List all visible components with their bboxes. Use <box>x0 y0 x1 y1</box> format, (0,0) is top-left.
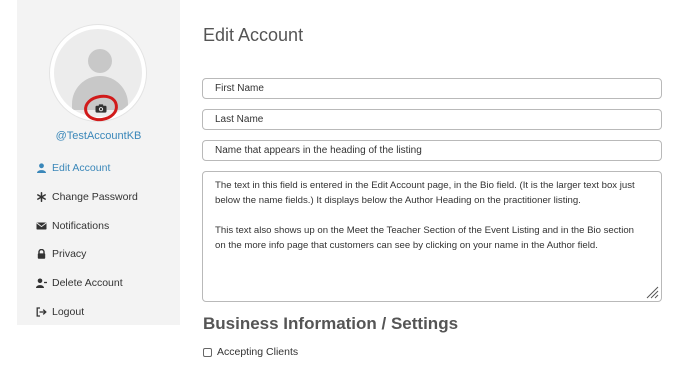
sign-out-icon <box>36 307 47 317</box>
camera-icon[interactable] <box>95 104 107 113</box>
accepting-clients-checkbox[interactable] <box>203 347 212 357</box>
bio-paragraph: This text also shows up on the Meet the … <box>215 225 634 251</box>
accepting-clients-label: Accepting Clients <box>217 346 299 358</box>
sidebar-item-logout[interactable]: Logout <box>36 306 84 318</box>
sidebar-item-label: Notifications <box>52 220 110 232</box>
resize-handle-icon[interactable] <box>645 285 659 299</box>
bio-textarea[interactable]: The text in this field is entered in the… <box>202 171 662 302</box>
first-name-field[interactable]: First Name <box>202 78 662 99</box>
sidebar-item-edit-account[interactable]: Edit Account <box>36 162 110 174</box>
lock-icon <box>37 249 46 259</box>
sidebar-item-label: Logout <box>52 306 85 318</box>
bio-paragraph: The text in this field is entered in the… <box>215 180 635 206</box>
avatar-placeholder-head <box>88 49 112 73</box>
sidebar-item-notifications[interactable]: Notifications <box>36 220 109 232</box>
page-title: Edit Account <box>203 25 304 45</box>
sidebar-item-label: Edit Account <box>52 162 111 174</box>
user-remove-icon <box>36 278 47 288</box>
sidebar-item-delete-account[interactable]: Delete Account <box>36 277 123 289</box>
last-name-field[interactable]: Last Name <box>202 109 662 130</box>
account-sidebar: @TestAccountKB Edit Account Change Passw… <box>17 0 180 325</box>
envelope-icon <box>36 222 47 230</box>
sidebar-item-change-password[interactable]: Change Password <box>36 191 138 203</box>
sidebar-item-label: Privacy <box>52 248 87 260</box>
username-link[interactable]: @TestAccountKB <box>17 130 180 142</box>
user-icon <box>37 163 46 173</box>
heading-name-field[interactable]: Name that appears in the heading of the … <box>202 140 662 161</box>
sidebar-item-label: Delete Account <box>52 277 123 289</box>
asterisk-icon <box>37 192 46 202</box>
business-settings-heading: Business Information / Settings <box>203 314 459 333</box>
accepting-clients-option[interactable]: Accepting Clients <box>203 346 298 358</box>
sidebar-item-privacy[interactable]: Privacy <box>36 248 86 260</box>
sidebar-item-label: Change Password <box>52 191 138 203</box>
